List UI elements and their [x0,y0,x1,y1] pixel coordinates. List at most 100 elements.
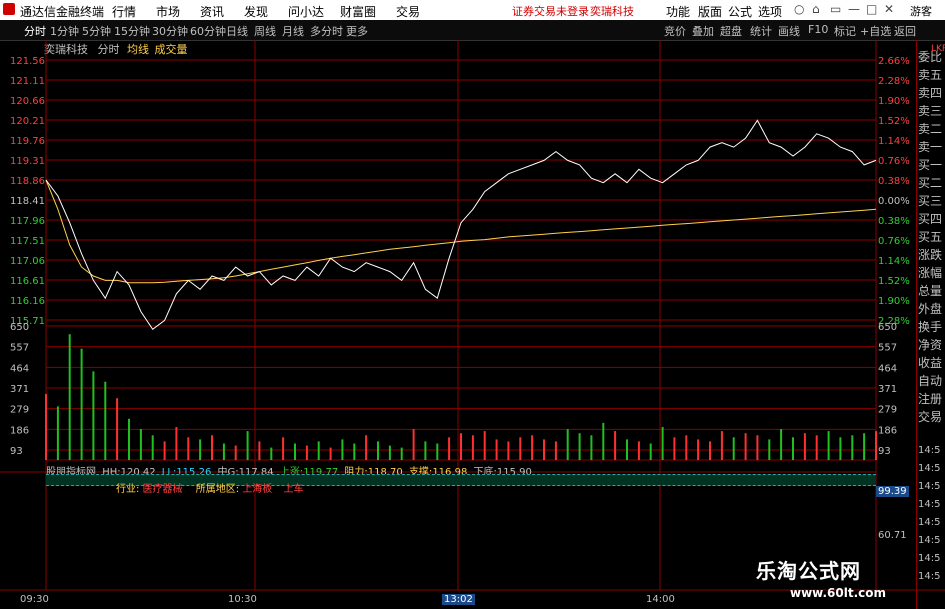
side-label: 买二 [918,176,943,190]
side-label: 净资 [918,338,943,352]
volume-bar [614,431,617,460]
menu-banmian[interactable]: 版面 [698,3,722,20]
price-tick-label: 118.41 [10,196,45,207]
side-label: 卖四 [918,86,943,100]
volume-bar [661,427,664,460]
intraday-chart[interactable]: 121.56 121.11 120.66 120.21 119.76 119.31 118.… [0,0,945,609]
btn-diejia[interactable]: 叠加 [692,23,714,39]
period-more[interactable]: 更多 [346,23,368,39]
period-60min[interactable]: 60分钟 [190,23,226,39]
price-tick-label: 119.76 [10,136,45,147]
btn-huaxian[interactable]: 画线 [778,23,800,39]
minimize-icon[interactable]: — [848,2,860,16]
circle-icon[interactable]: ○ [794,2,804,16]
window-icon[interactable]: ▭ [830,2,841,16]
period-15min[interactable]: 15分钟 [114,23,150,39]
volume-bar [554,441,557,460]
volume-bar [294,443,296,460]
volume-bar [139,429,142,460]
period-week[interactable]: 周线 [254,23,276,39]
trade-time: 14:5 [918,571,941,582]
vol-legend: 成交量 [154,43,188,56]
volume-bar [720,431,723,460]
vol-tick-label: 371 [10,384,29,395]
btn-jingjia[interactable]: 竞价 [664,23,686,39]
price-tick-label: 115.71 [10,316,45,327]
login-notice[interactable]: 证券交易未登录 [512,3,589,19]
volume-bar [626,439,628,460]
menu-gongshi[interactable]: 公式 [728,3,752,20]
menu-jiaoyi[interactable]: 交易 [396,3,420,20]
trade-time: 14:5 [918,463,941,474]
avg-legend: 均线 [127,43,149,56]
volume-bar [270,447,273,460]
volume-bar [305,445,308,460]
pct-tick-label: 1.90% [878,296,910,307]
period-1min[interactable]: 1分钟 [50,23,79,39]
volume-bar [875,431,877,460]
volume-bar [80,348,83,460]
btn-back[interactable]: 返回 [894,23,916,39]
volume-bar [92,371,95,460]
pct-tick-label: 0.00% [878,196,910,207]
period-fenshi[interactable]: 分时 [24,23,46,39]
volume-bar [388,445,391,460]
home-icon[interactable]: ⌂ [812,2,820,16]
volume-bar [341,439,344,460]
menu-zixun[interactable]: 资讯 [200,3,224,20]
menu-caifuquan[interactable]: 财富圈 [340,3,376,20]
btn-biaoji[interactable]: 标记 [834,23,856,39]
price-tick-label: 117.06 [10,256,45,267]
price-tick-label: 116.16 [10,296,45,307]
pct-tick-label: 1.90% [878,96,910,107]
vol-tick-label-right: 279 [878,405,897,416]
chart-grid [0,40,945,591]
btn-f10[interactable]: F10 [808,23,828,36]
menu-wenxiaoda[interactable]: 问小达 [288,3,324,20]
period-multi[interactable]: 多分时 [310,23,343,39]
time-label-1302: 13:02 [442,594,475,605]
volume-bar [151,435,154,460]
volume-bar [448,437,451,460]
btn-chaopan[interactable]: 超盘 [720,23,742,39]
volume-bar [56,406,59,460]
indicator-row: 行业: 医疗器械 所属地区: 上海板 上车 [46,480,304,495]
price-tick-label: 118.86 [10,176,45,187]
volume-bar [507,441,510,460]
guest-label[interactable]: 游客 [910,3,932,19]
menu-shichang[interactable]: 市场 [156,3,180,20]
side-label: 买四 [918,212,943,226]
vol-tick-label: 464 [10,363,29,374]
volume-bar [839,437,842,460]
menu-hangqing[interactable]: 行情 [112,3,136,20]
volume-bar [685,435,688,460]
period-month[interactable]: 月线 [282,23,304,39]
maximize-icon[interactable]: □ [866,2,877,16]
volume-bar [673,437,676,460]
volume-bar [460,433,462,460]
close-icon[interactable]: ✕ [884,2,894,16]
pct-tick-label: 0.76% [878,236,910,247]
btn-add-watch[interactable]: +自选 [860,23,891,39]
side-label: 委比 [918,50,943,64]
btn-tongji[interactable]: 统计 [750,23,772,39]
volume-bar [602,422,605,460]
pct-tick-label: 0.38% [878,216,910,227]
side-label: 涨跌 [918,248,943,262]
vol-tick-label: 186 [10,425,29,436]
volume-bar [246,431,249,460]
volume-bars [45,334,877,460]
menu-gongneng[interactable]: 功能 [666,3,690,20]
period-30min[interactable]: 30分钟 [152,23,188,39]
volume-bar [329,447,332,460]
app-title: 通达信金融终端 [20,5,105,19]
price-tick-label: 117.96 [10,216,45,227]
period-day[interactable]: 日线 [226,23,248,39]
pct-tick-label: 1.52% [878,276,910,287]
menu-faxian[interactable]: 发现 [244,3,268,20]
volume-bar [543,439,545,460]
menu-xuanxiang[interactable]: 选项 [758,3,782,20]
volume-bar [211,435,213,460]
period-5min[interactable]: 5分钟 [82,23,111,39]
volume-bar [578,433,581,460]
